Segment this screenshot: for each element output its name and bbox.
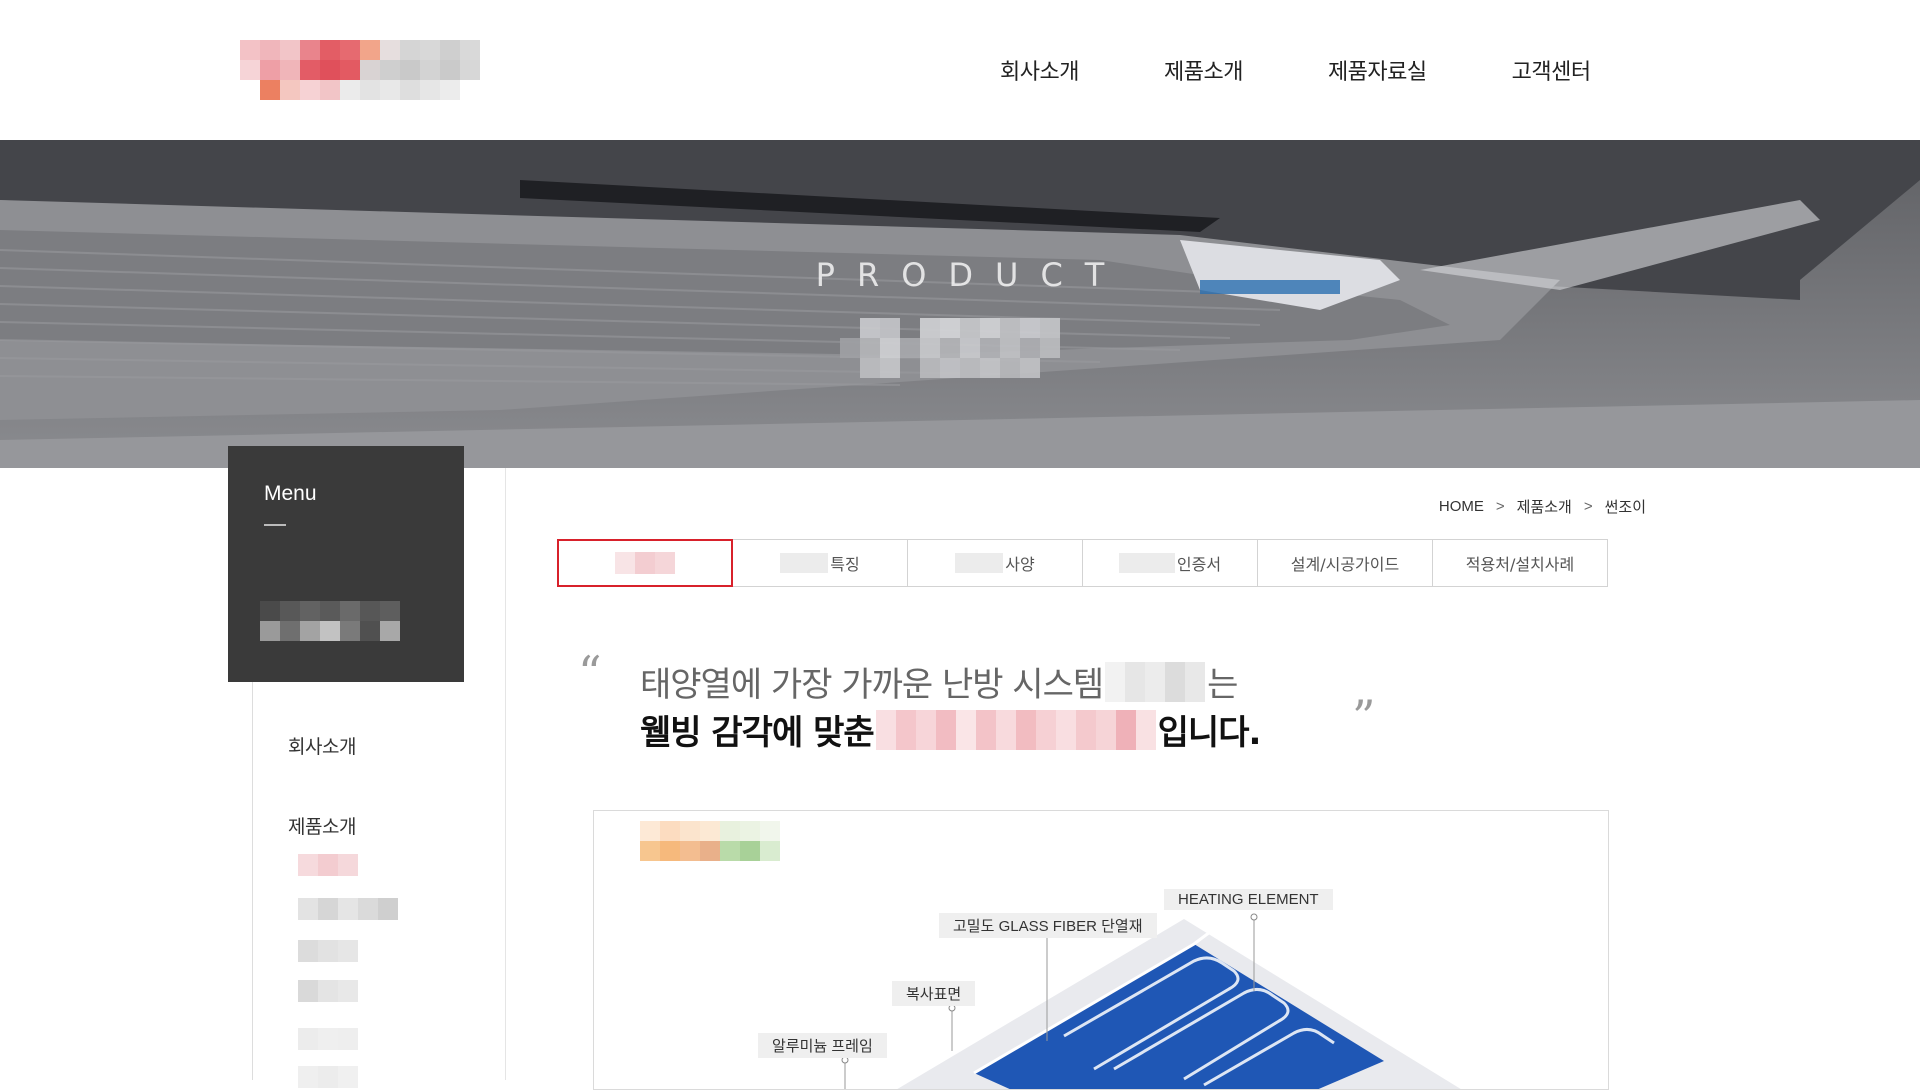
sidebar-subitem-blurred[interactable] bbox=[298, 1028, 358, 1050]
quote-brand-blurred bbox=[875, 709, 1156, 750]
quote-line-2: 웰빙 감각에 맞춘 입니다. bbox=[640, 705, 1262, 754]
site-logo[interactable] bbox=[240, 20, 520, 100]
sidebar-subitem-blurred[interactable] bbox=[298, 854, 358, 876]
sidebar-product-name-blurred bbox=[260, 601, 404, 645]
tab-label-blurred bbox=[615, 552, 675, 574]
breadcrumb: HOME > 제품소개 > 썬조이 bbox=[1439, 496, 1646, 517]
tab-features-label: 특징 bbox=[830, 555, 860, 574]
tab-design-guide-label: 설계/시공가이드 bbox=[1290, 555, 1400, 574]
nav-products[interactable]: 제품소개 bbox=[1164, 54, 1243, 86]
breadcrumb-level1[interactable]: 제품소개 bbox=[1517, 496, 1572, 517]
quote-open-mark: “ bbox=[578, 646, 602, 700]
tab-overview-active[interactable] bbox=[557, 539, 733, 587]
tab-design-guide[interactable]: 설계/시공가이드 bbox=[1257, 539, 1433, 587]
tab-certificates[interactable]: 인증서 bbox=[1082, 539, 1258, 587]
breadcrumb-separator: > bbox=[1495, 498, 1505, 515]
label-aluminum-frame: 알루미늄 프레임 bbox=[758, 1033, 887, 1058]
nav-support[interactable]: 고객센터 bbox=[1512, 54, 1591, 86]
product-name-blurred bbox=[840, 318, 1084, 382]
tab-installation-cases[interactable]: 적용처/설치사례 bbox=[1432, 539, 1608, 587]
quote-line-2-text: 웰빙 감각에 맞춘 bbox=[640, 713, 875, 753]
quote-line-1-suffix: 는 bbox=[1207, 665, 1238, 705]
tab-installation-cases-label: 적용처/설치사례 bbox=[1465, 555, 1575, 574]
tab-certificates-label: 인증서 bbox=[1176, 555, 1222, 574]
label-heating-element: HEATING ELEMENT bbox=[1164, 889, 1333, 910]
breadcrumb-current: 썬조이 bbox=[1604, 499, 1646, 516]
quote-product-blurred bbox=[1105, 661, 1206, 702]
tab-specs[interactable]: 사양 bbox=[907, 539, 1083, 587]
label-glass-fiber: 고밀도 GLASS FIBER 단열재 bbox=[939, 913, 1157, 938]
tab-prefix-blurred bbox=[955, 553, 1004, 573]
quote-close-mark: ” bbox=[1352, 690, 1376, 744]
tab-features[interactable]: 특징 bbox=[732, 539, 908, 587]
sidebar-divider bbox=[252, 682, 253, 1080]
sidebar-item-products[interactable]: 제품소개 bbox=[288, 812, 356, 839]
sidebar-menu-title: Menu bbox=[264, 482, 317, 505]
tab-specs-label: 사양 bbox=[1005, 555, 1035, 574]
hero-banner: PRODUCT bbox=[0, 140, 1920, 468]
breadcrumb-home[interactable]: HOME bbox=[1439, 498, 1484, 515]
sidebar-subitem-blurred[interactable] bbox=[298, 1066, 358, 1088]
diagram-illustration bbox=[841, 913, 1461, 1089]
sidebar-subitem-blurred[interactable] bbox=[298, 980, 358, 1002]
site-header: 회사소개 제품소개 제품자료실 고객센터 bbox=[0, 0, 1920, 140]
product-structure-diagram: HEATING ELEMENT 고밀도 GLASS FIBER 단열재 복사표면… bbox=[593, 810, 1609, 1090]
product-tabs: 특징 사양 인증서 설계/시공가이드 적용처/설치사례 bbox=[557, 539, 1608, 587]
label-radiant-surface: 복사표면 bbox=[892, 981, 976, 1006]
sidebar-menu-box: Menu bbox=[228, 446, 464, 682]
ceiling-panel-image bbox=[0, 140, 1920, 468]
sidebar-subitem-blurred[interactable] bbox=[298, 940, 358, 962]
quote-line-1-text: 태양열에 가장 가까운 난방 시스템 bbox=[640, 665, 1104, 705]
nav-resources[interactable]: 제품자료실 bbox=[1328, 54, 1427, 86]
hero-title: PRODUCT bbox=[815, 256, 1127, 294]
tab-prefix-blurred bbox=[1118, 553, 1175, 573]
sidebar-subitem-blurred[interactable] bbox=[298, 898, 398, 920]
nav-company[interactable]: 회사소개 bbox=[1000, 54, 1079, 86]
tab-prefix-blurred bbox=[780, 553, 829, 573]
sidebar-title-underline bbox=[264, 524, 286, 526]
quote-line-2-suffix: 입니다. bbox=[1157, 713, 1262, 753]
breadcrumb-separator: > bbox=[1583, 498, 1593, 515]
sidebar-item-company[interactable]: 회사소개 bbox=[288, 732, 356, 759]
quote-line-1: 태양열에 가장 가까운 난방 시스템 는 bbox=[640, 657, 1238, 706]
main-nav: 회사소개 제품소개 제품자료실 고객센터 bbox=[1000, 54, 1591, 86]
content-divider bbox=[505, 468, 506, 1080]
